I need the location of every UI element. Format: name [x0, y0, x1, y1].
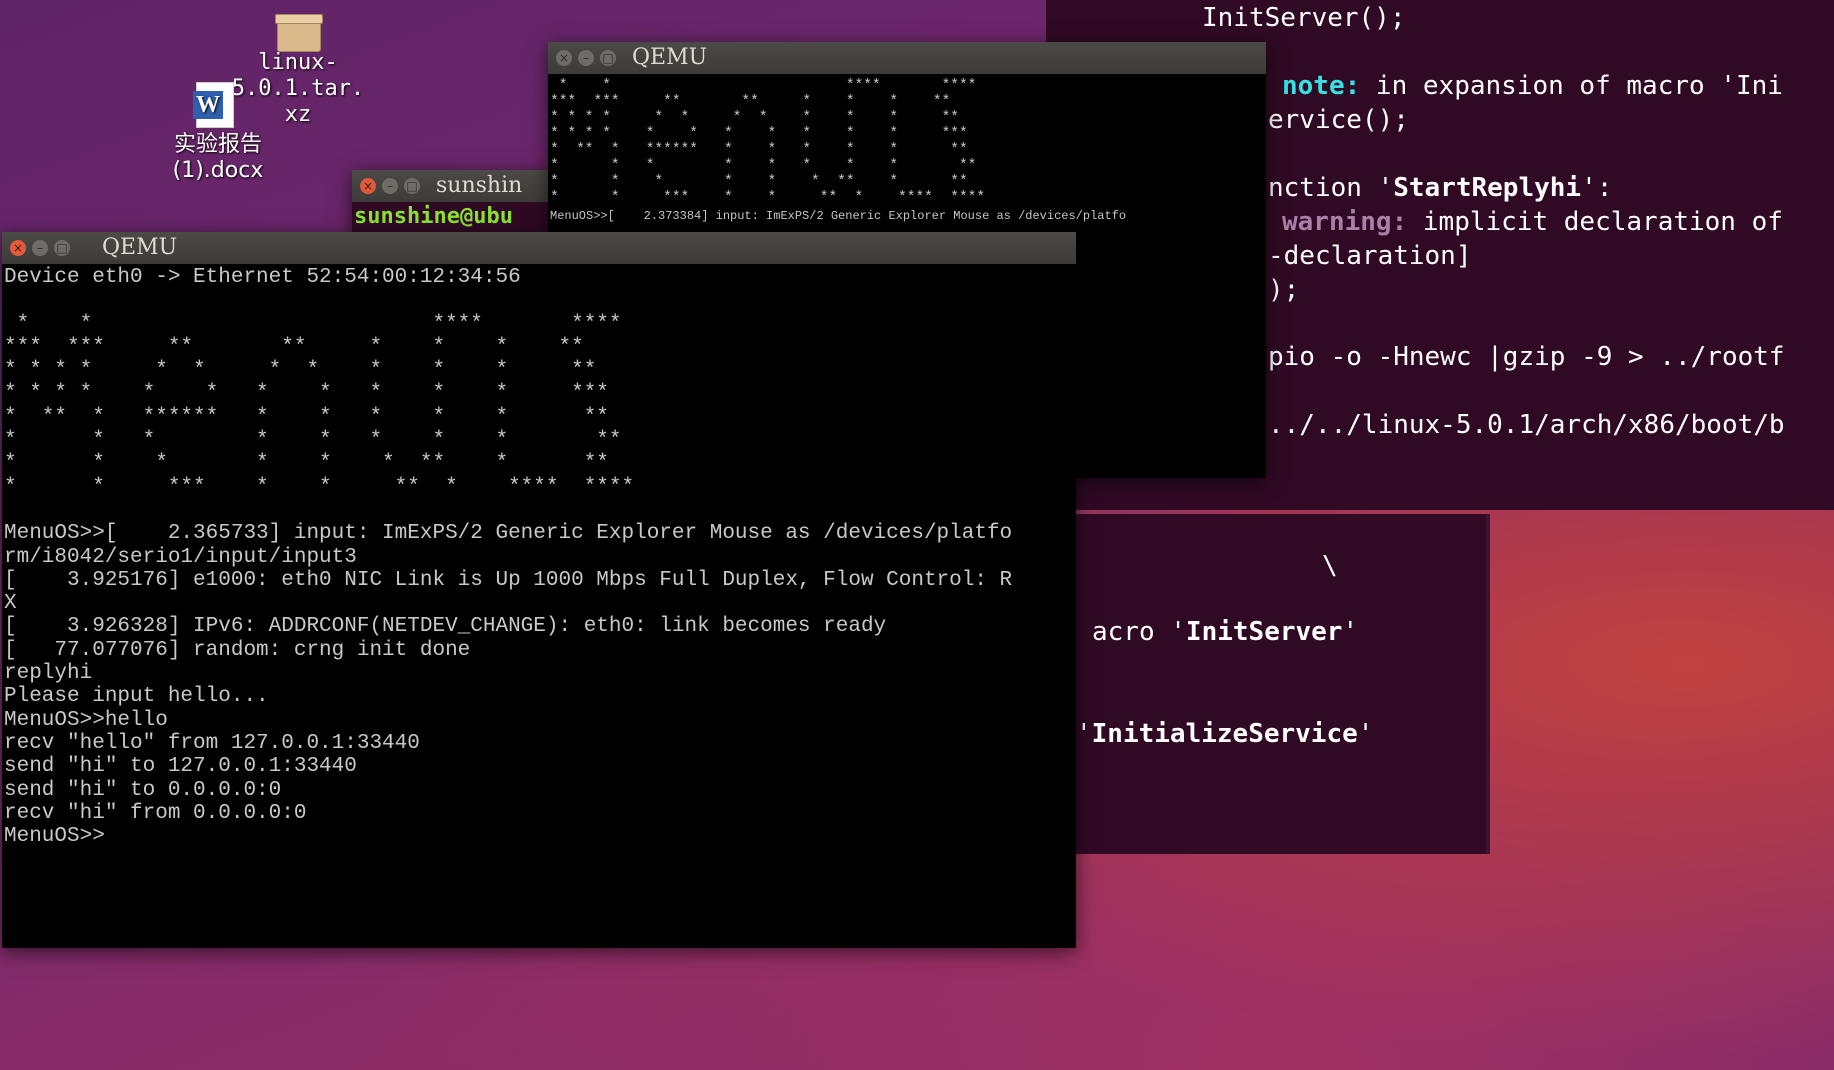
function-name: StartReplyhi [1393, 173, 1582, 203]
minimize-icon[interactable]: – [32, 240, 48, 256]
close-icon[interactable]: × [556, 50, 572, 66]
terminal-line: ); [1268, 275, 1300, 305]
ascii-art-line: * * * * * * * * ** [550, 158, 977, 174]
terminal-line: 'InitializeService' [1076, 719, 1374, 749]
minimize-icon[interactable]: – [578, 50, 594, 66]
archive-icon [275, 12, 323, 52]
qemu-window-front[interactable]: × – □ QEMU Device eth0 -> Ethernet 52:54… [2, 232, 1076, 948]
ascii-art-line: * * *** * * ** * **** **** [550, 190, 986, 206]
ascii-art-line: * * **** **** [4, 312, 622, 336]
desktop-icon-report-docx[interactable]: W 实验报告 (1).docx [150, 82, 286, 184]
terminal-line: acro 'InitServer' [1092, 617, 1359, 647]
title-bar[interactable]: × – □ QEMU [548, 42, 1266, 74]
ascii-art-line: * * * * * * * * ** [4, 429, 622, 453]
terminal-line: -declaration] [1268, 241, 1472, 271]
ascii-art-line: *** *** ** ** * * * ** [550, 94, 951, 110]
title-bar[interactable]: × – □ QEMU [2, 232, 1076, 264]
terminal-line: note: in expansion of macro 'Ini [1282, 72, 1783, 101]
console-line: replyhi [4, 662, 93, 686]
console-line: recv "hi" from 0.0.0.0:0 [4, 801, 307, 825]
ascii-art-line: * * * * * * * * * * * ** [550, 110, 959, 126]
console-line: X [4, 592, 17, 616]
ascii-art-line: *** *** ** ** * * * ** [4, 335, 584, 359]
close-icon[interactable]: × [10, 240, 26, 256]
warning-text: implicit declaration of [1407, 207, 1783, 237]
ascii-art-line: * ** * ****** * * * * * ** [550, 142, 968, 158]
terminal-line: \ [1322, 551, 1338, 581]
maximize-icon[interactable]: □ [600, 50, 616, 66]
qemu-console[interactable]: * * **** **** *** *** ** ** * * * ** * *… [548, 74, 1266, 224]
terminal-line: nction 'StartReplyhi': [1268, 173, 1613, 203]
note-text: in expansion of macro 'Ini [1360, 71, 1783, 101]
ascii-art-line: * * *** * * ** * **** **** [4, 475, 635, 499]
terminal-line: pio -o -Hnewc |gzip -9 > ../rootf [1268, 342, 1785, 372]
console-line: [ 3.926328] IPv6: ADDRCONF(NETDEV_CHANGE… [4, 615, 887, 639]
close-icon[interactable]: × [360, 178, 376, 194]
gnome-terminal-window[interactable]: × – □ sunshin sunshine@ubu [352, 170, 572, 240]
console-line: [ 77.077076] random: crng init done [4, 638, 471, 662]
ascii-art-line: * * * * * * * * * * * *** [550, 126, 968, 142]
terminal-line: ../../linux-5.0.1/arch/x86/boot/b [1268, 410, 1785, 440]
console-line: send "hi" to 127.0.0.1:33440 [4, 755, 357, 779]
terminal-line: warning: implicit declaration of [1282, 208, 1783, 237]
ascii-art-line: * * * * * * * * * * * *** [4, 382, 609, 406]
console-prompt[interactable]: MenuOS>> [4, 825, 1076, 848]
service-name: InitializeService [1091, 719, 1358, 749]
console-line: MenuOS>>hello [4, 708, 168, 732]
warning-label: warning: [1282, 207, 1408, 237]
console-line: MenuOS>>[ 2.365733] input: ImExPS/2 Gene… [4, 522, 1013, 546]
ascii-art-line: * * * * * * * * * * * ** [4, 359, 597, 383]
title-bar[interactable]: × – □ sunshin [352, 170, 572, 202]
ascii-art-line: * * **** **** [550, 78, 977, 94]
word-document-icon: W [193, 82, 234, 128]
desktop-icon-label: 实验报告 (1).docx [172, 132, 264, 183]
terminal-line: ervice(); [1268, 105, 1409, 135]
minimize-icon[interactable]: – [382, 178, 398, 194]
window-title: QEMU [632, 45, 708, 70]
window-title: QEMU [102, 235, 178, 260]
terminal-line: InitServer(); [1202, 3, 1406, 33]
note-label: note: [1282, 71, 1361, 101]
qemu-console[interactable]: Device eth0 -> Ethernet 52:54:00:12:34:5… [2, 264, 1076, 848]
console-line: rm/i8042/serio1/input/input3 [4, 545, 357, 569]
ascii-art-line: * * * * * * ** * ** [550, 174, 968, 190]
maximize-icon[interactable]: □ [54, 240, 70, 256]
ascii-art-line: * * * * * * ** * ** [4, 452, 609, 476]
window-title: sunshin [436, 173, 523, 198]
console-line: MenuOS>>[ 2.373384] input: ImExPS/2 Gene… [550, 209, 1127, 223]
console-line: [ 3.925176] e1000: eth0 NIC Link is Up 1… [4, 568, 1013, 592]
macro-name: InitServer [1185, 617, 1343, 647]
console-line: send "hi" to 0.0.0.0:0 [4, 778, 282, 802]
console-line: Please input hello... [4, 685, 269, 709]
console-line: recv "hello" from 127.0.0.1:33440 [4, 731, 420, 755]
maximize-icon[interactable]: □ [404, 178, 420, 194]
background-terminal-bottom[interactable]: \ acro 'InitServer' 'InitializeService' [1076, 514, 1490, 854]
console-line: Device eth0 -> Ethernet 52:54:00:12:34:5… [4, 266, 521, 289]
ascii-art-line: * ** * ****** * * * * * ** [4, 405, 609, 429]
